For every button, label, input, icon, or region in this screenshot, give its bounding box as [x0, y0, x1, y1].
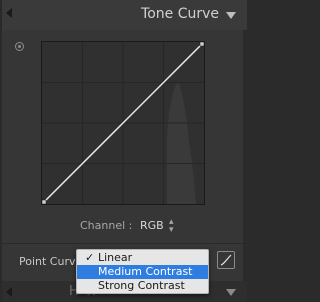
- curve-svg: [42, 42, 204, 204]
- channel-select-arrows-icon[interactable]: ▴ ▾: [169, 218, 174, 235]
- menu-item-label: Medium Contrast: [98, 265, 193, 278]
- panel-title: Tone Curve: [141, 6, 219, 22]
- channel-label: Channel :: [80, 219, 133, 232]
- channel-select[interactable]: RGB: [140, 219, 164, 232]
- edit-point-curve-button[interactable]: [217, 251, 235, 269]
- menu-item-strong-contrast[interactable]: Strong Contrast: [77, 279, 208, 293]
- divider: [2, 243, 247, 244]
- panel-header[interactable]: Tone Curve: [2, 0, 247, 30]
- curve-edit-icon: [220, 254, 232, 266]
- checkmark-icon: ✓: [85, 251, 95, 264]
- histogram-shape: [167, 82, 196, 204]
- point-curve-dropdown-menu: ✓ Linear Medium Contrast Strong Contrast: [76, 249, 209, 294]
- tone-curve-graph[interactable]: [41, 41, 205, 205]
- curve-point-white: [199, 42, 204, 47]
- menu-item-label: Strong Contrast: [98, 279, 185, 292]
- panel-left-arrow-icon[interactable]: [6, 8, 12, 18]
- menu-item-medium-contrast[interactable]: Medium Contrast: [77, 265, 208, 279]
- collapse-triangle-icon[interactable]: [226, 289, 236, 296]
- curve-point-black: [42, 199, 47, 204]
- panel-left-arrow-icon[interactable]: [6, 287, 12, 297]
- collapse-triangle-icon[interactable]: [226, 12, 236, 19]
- targeted-adjustment-tool-icon[interactable]: [15, 42, 24, 51]
- menu-item-linear[interactable]: ✓ Linear: [77, 251, 208, 265]
- menu-item-label: Linear: [98, 251, 133, 264]
- channel-row: Channel : RGB ▴ ▾: [2, 217, 247, 235]
- tone-curve-panel: Tone Curve Channel : RGB ▴▾ Point Curve: [0, 0, 247, 302]
- point-curve-label: Point Curve: [19, 255, 83, 268]
